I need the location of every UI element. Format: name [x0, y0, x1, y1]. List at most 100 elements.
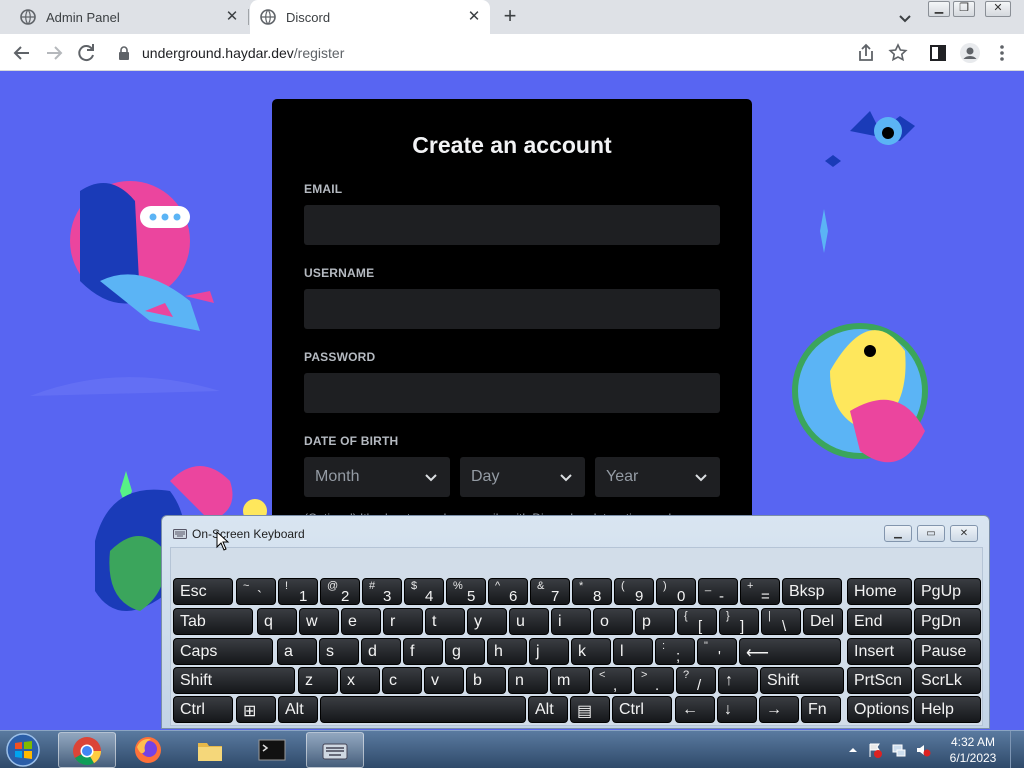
- osk-key-3-11[interactable]: ↑: [718, 667, 758, 694]
- osk-key-insert[interactable]: Insert: [847, 638, 912, 665]
- osk-key-shift[interactable]: Shift: [760, 667, 844, 694]
- more-menu-icon[interactable]: [990, 41, 1014, 65]
- osk-key-tab[interactable]: Tab: [173, 608, 253, 635]
- osk-key-pause[interactable]: Pause: [914, 638, 981, 665]
- osk-key-5[interactable]: % 5: [446, 578, 486, 605]
- osk-key-home[interactable]: Home: [847, 578, 912, 605]
- tab-admin-panel[interactable]: Admin Panel ✕: [0, 0, 248, 34]
- profile-avatar-icon[interactable]: [958, 41, 982, 65]
- osk-key-6[interactable]: ^ 6: [488, 578, 528, 605]
- taskbar-osk[interactable]: [306, 732, 364, 768]
- osk-key-2-11[interactable]: " ': [697, 638, 737, 665]
- osk-key-a[interactable]: a: [277, 638, 317, 665]
- osk-key-b[interactable]: b: [466, 667, 506, 694]
- osk-key-m[interactable]: m: [550, 667, 590, 694]
- volume-muted-icon[interactable]: [915, 742, 931, 758]
- day-select[interactable]: Day: [460, 457, 585, 497]
- osk-key-d[interactable]: d: [361, 638, 401, 665]
- osk-key-end[interactable]: End: [847, 608, 912, 635]
- osk-key-8[interactable]: * 8: [572, 578, 612, 605]
- show-desktop-button[interactable]: [1010, 731, 1024, 768]
- taskbar-explorer[interactable]: [182, 732, 240, 768]
- osk-key-4[interactable]: $4: [404, 578, 444, 605]
- osk-maximize-button[interactable]: ▭: [917, 525, 945, 542]
- tab-search-chevron-icon[interactable]: [895, 8, 915, 28]
- minimize-window-button[interactable]: ▁: [928, 1, 950, 17]
- taskbar-cmd[interactable]: [244, 732, 302, 768]
- osk-key-o[interactable]: o: [593, 608, 633, 635]
- osk-key-s[interactable]: s: [319, 638, 359, 665]
- osk-key-j[interactable]: j: [529, 638, 569, 665]
- password-field[interactable]: [304, 373, 720, 413]
- show-hidden-icons-icon[interactable]: [845, 742, 861, 758]
- osk-key-3[interactable]: #3: [362, 578, 402, 605]
- close-window-button[interactable]: ✕: [985, 1, 1011, 17]
- share-icon[interactable]: [854, 41, 878, 65]
- taskbar-chrome[interactable]: [58, 732, 116, 768]
- close-tab-icon[interactable]: ✕: [466, 9, 482, 25]
- osk-key-ctrl[interactable]: Ctrl: [612, 696, 672, 723]
- osk-key-q[interactable]: q: [257, 608, 297, 635]
- osk-key-f[interactable]: f: [403, 638, 443, 665]
- osk-key-y[interactable]: y: [467, 608, 507, 635]
- osk-key-3-10[interactable]: ? /: [676, 667, 716, 694]
- osk-key-alt[interactable]: Alt: [278, 696, 318, 723]
- osk-key-c[interactable]: c: [382, 667, 422, 694]
- osk-key-prtscn[interactable]: PrtScn: [847, 667, 912, 694]
- osk-key-shift[interactable]: Shift: [173, 667, 295, 694]
- osk-key-4-9[interactable]: →: [759, 696, 799, 723]
- system-clock[interactable]: 4:32 AM 6/1/2023: [942, 734, 1004, 766]
- back-arrow-icon[interactable]: [10, 41, 34, 65]
- username-field[interactable]: [304, 289, 720, 329]
- month-select[interactable]: Month: [304, 457, 450, 497]
- forward-arrow-icon[interactable]: [42, 41, 66, 65]
- osk-key-esc[interactable]: Esc: [173, 578, 233, 605]
- osk-key-space[interactable]: [320, 696, 526, 723]
- osk-key-0-12[interactable]: _ -: [698, 578, 738, 605]
- osk-key-k[interactable]: k: [571, 638, 611, 665]
- osk-key-caps[interactable]: Caps: [173, 638, 273, 665]
- taskbar-firefox[interactable]: [120, 732, 178, 768]
- osk-key-g[interactable]: g: [445, 638, 485, 665]
- osk-key-3-9[interactable]: >.: [634, 667, 674, 694]
- osk-key-u[interactable]: u: [509, 608, 549, 635]
- osk-key-v[interactable]: v: [424, 667, 464, 694]
- osk-key-4-8[interactable]: ↓: [717, 696, 757, 723]
- osk-key-2[interactable]: @2: [320, 578, 360, 605]
- osk-key-del[interactable]: Del: [803, 608, 843, 635]
- osk-key-7[interactable]: & 7: [530, 578, 570, 605]
- new-tab-button[interactable]: +: [498, 5, 522, 29]
- osk-key-p[interactable]: p: [635, 608, 675, 635]
- reload-icon[interactable]: [74, 41, 98, 65]
- osk-key-4-7[interactable]: ←: [675, 696, 715, 723]
- osk-key-x[interactable]: x: [340, 667, 380, 694]
- action-center-flag-icon[interactable]: [867, 742, 883, 758]
- osk-key-1-13[interactable]: | \: [761, 608, 801, 635]
- tab-discord[interactable]: Discord ✕: [250, 0, 490, 34]
- osk-key-alt[interactable]: Alt: [528, 696, 568, 723]
- osk-key-ctrl[interactable]: Ctrl: [173, 696, 233, 723]
- osk-key-n[interactable]: n: [508, 667, 548, 694]
- osk-key-z[interactable]: z: [298, 667, 338, 694]
- email-field[interactable]: [304, 205, 720, 245]
- osk-close-button[interactable]: ✕: [950, 525, 978, 542]
- osk-key-1-11[interactable]: {[: [677, 608, 717, 635]
- osk-key-t[interactable]: t: [425, 608, 465, 635]
- side-panel-icon[interactable]: [926, 41, 950, 65]
- osk-key-9[interactable]: (9: [614, 578, 654, 605]
- osk-key-options[interactable]: Options: [847, 696, 912, 723]
- osk-key-e[interactable]: e: [341, 608, 381, 635]
- network-icon[interactable]: [891, 742, 907, 758]
- osk-key-2-12[interactable]: ⟵: [739, 638, 841, 665]
- osk-key-4-5[interactable]: ▤: [570, 696, 610, 723]
- osk-key-pgup[interactable]: PgUp: [914, 578, 981, 605]
- osk-key-0-1[interactable]: ~ `: [236, 578, 276, 605]
- osk-key-3-8[interactable]: <,: [592, 667, 632, 694]
- osk-key-scrlk[interactable]: ScrLk: [914, 667, 981, 694]
- start-button-icon[interactable]: [5, 732, 41, 768]
- address-bar[interactable]: underground.haydar.dev/register: [108, 38, 918, 68]
- lock-icon[interactable]: [118, 46, 130, 60]
- osk-key-bksp[interactable]: Bksp: [782, 578, 842, 605]
- osk-key-w[interactable]: w: [299, 608, 339, 635]
- osk-key-4-1[interactable]: ⊞: [236, 696, 276, 723]
